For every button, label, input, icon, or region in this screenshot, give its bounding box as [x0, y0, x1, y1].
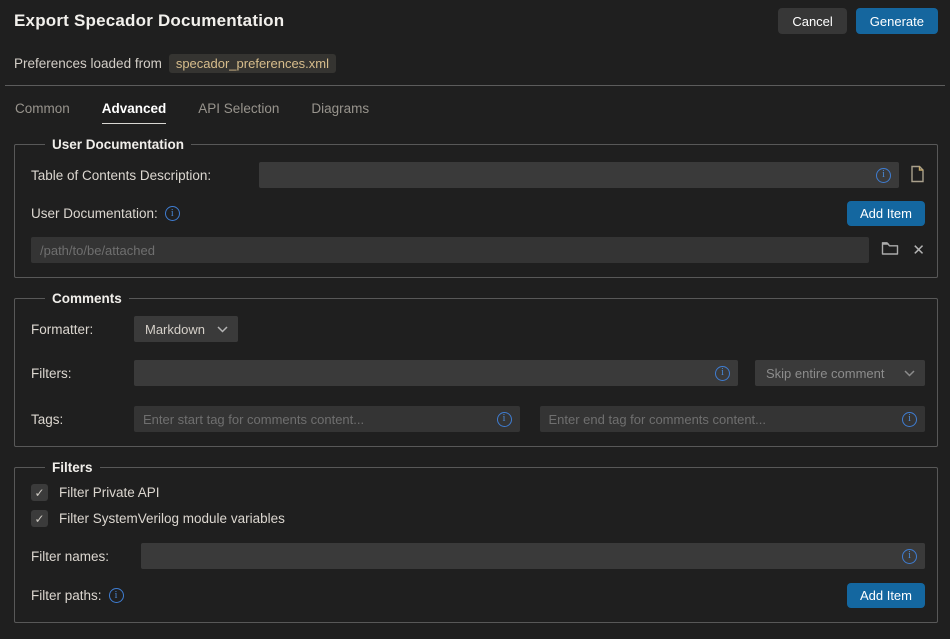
header-buttons: Cancel Generate: [778, 8, 938, 34]
tags-row: Tags: i i: [31, 406, 925, 432]
chevron-down-icon: [904, 370, 915, 377]
end-tag-input[interactable]: [540, 406, 926, 432]
tags-label: Tags:: [31, 412, 134, 427]
info-icon[interactable]: i: [109, 588, 124, 603]
preferences-file-chip: specador_preferences.xml: [169, 54, 336, 73]
info-icon[interactable]: i: [165, 206, 180, 221]
tab-common[interactable]: Common: [15, 101, 70, 124]
formatter-select[interactable]: Markdown: [134, 316, 238, 342]
preferences-status: Preferences loaded from specador_prefere…: [14, 54, 938, 73]
group-filters-legend: Filters: [45, 460, 100, 475]
export-dialog: Export Specador Documentation Cancel Gen…: [0, 0, 950, 623]
filter-paths-row: Filter paths: i Add Item: [31, 583, 925, 608]
toc-description-label: Table of Contents Description:: [31, 168, 259, 183]
info-icon[interactable]: i: [497, 412, 512, 427]
add-item-button[interactable]: Add Item: [847, 583, 925, 608]
filter-names-row: Filter names: i: [31, 543, 925, 569]
folder-icon: [881, 241, 899, 259]
document-icon: [910, 165, 925, 186]
filter-paths-label: Filter paths:: [31, 588, 102, 603]
toc-description-row: Table of Contents Description: i: [31, 162, 925, 188]
tab-bar: Common Advanced API Selection Diagrams: [14, 101, 938, 124]
chevron-down-icon: [217, 326, 228, 333]
filter-sv-module-vars-checkbox[interactable]: [31, 510, 48, 527]
comment-filters-input[interactable]: [134, 360, 738, 386]
header-separator: [5, 85, 945, 86]
filter-names-label: Filter names:: [31, 549, 141, 564]
group-user-documentation-legend: User Documentation: [45, 137, 191, 152]
cancel-button[interactable]: Cancel: [778, 8, 846, 34]
comment-filters-label: Filters:: [31, 366, 134, 381]
group-user-documentation: User Documentation Table of Contents Des…: [14, 137, 938, 278]
filter-names-input-wrap: i: [141, 543, 925, 569]
attachment-path-row: ✕: [31, 237, 925, 263]
page-title: Export Specador Documentation: [14, 11, 284, 31]
filter-private-api-row: Filter Private API: [31, 484, 925, 501]
dialog-header: Export Specador Documentation Cancel Gen…: [14, 0, 938, 34]
group-comments: Comments Formatter: Markdown Filters: i …: [14, 291, 938, 447]
start-tag-input-wrap: i: [134, 406, 520, 432]
formatter-label: Formatter:: [31, 322, 134, 337]
filter-mode-selected-value: Skip entire comment: [766, 366, 885, 381]
info-icon[interactable]: i: [902, 412, 917, 427]
open-file-button[interactable]: [910, 165, 925, 186]
formatter-row: Formatter: Markdown: [31, 316, 925, 342]
browse-folder-button[interactable]: [881, 241, 899, 259]
group-comments-legend: Comments: [45, 291, 129, 306]
preferences-status-text: Preferences loaded from: [14, 56, 162, 71]
remove-item-button[interactable]: ✕: [912, 241, 925, 259]
attachment-path-input[interactable]: [31, 237, 869, 263]
add-item-button[interactable]: Add Item: [847, 201, 925, 226]
filter-sv-module-vars-label: Filter SystemVerilog module variables: [59, 511, 285, 526]
tab-advanced[interactable]: Advanced: [102, 101, 167, 124]
info-icon[interactable]: i: [715, 366, 730, 381]
filter-private-api-label: Filter Private API: [59, 485, 160, 500]
filter-private-api-checkbox[interactable]: [31, 484, 48, 501]
tab-api-selection[interactable]: API Selection: [198, 101, 279, 124]
tab-diagrams[interactable]: Diagrams: [311, 101, 369, 124]
end-tag-input-wrap: i: [540, 406, 926, 432]
user-documentation-label: User Documentation:: [31, 206, 158, 221]
start-tag-input[interactable]: [134, 406, 520, 432]
filter-sv-module-vars-row: Filter SystemVerilog module variables: [31, 510, 925, 527]
group-filters: Filters Filter Private API Filter System…: [14, 460, 938, 623]
comment-filters-input-wrap: i: [134, 360, 738, 386]
generate-button[interactable]: Generate: [856, 8, 938, 34]
formatter-selected-value: Markdown: [145, 322, 205, 337]
filter-names-input[interactable]: [141, 543, 925, 569]
info-icon[interactable]: i: [902, 549, 917, 564]
attachment-path-input-wrap: [31, 237, 869, 263]
user-documentation-row: User Documentation: i Add Item: [31, 201, 925, 226]
filter-mode-select[interactable]: Skip entire comment: [755, 360, 925, 386]
toc-description-input-wrap: i: [259, 162, 899, 188]
comment-filters-row: Filters: i Skip entire comment: [31, 360, 925, 386]
toc-description-input[interactable]: [259, 162, 899, 188]
close-icon: ✕: [912, 241, 925, 259]
info-icon[interactable]: i: [876, 168, 891, 183]
